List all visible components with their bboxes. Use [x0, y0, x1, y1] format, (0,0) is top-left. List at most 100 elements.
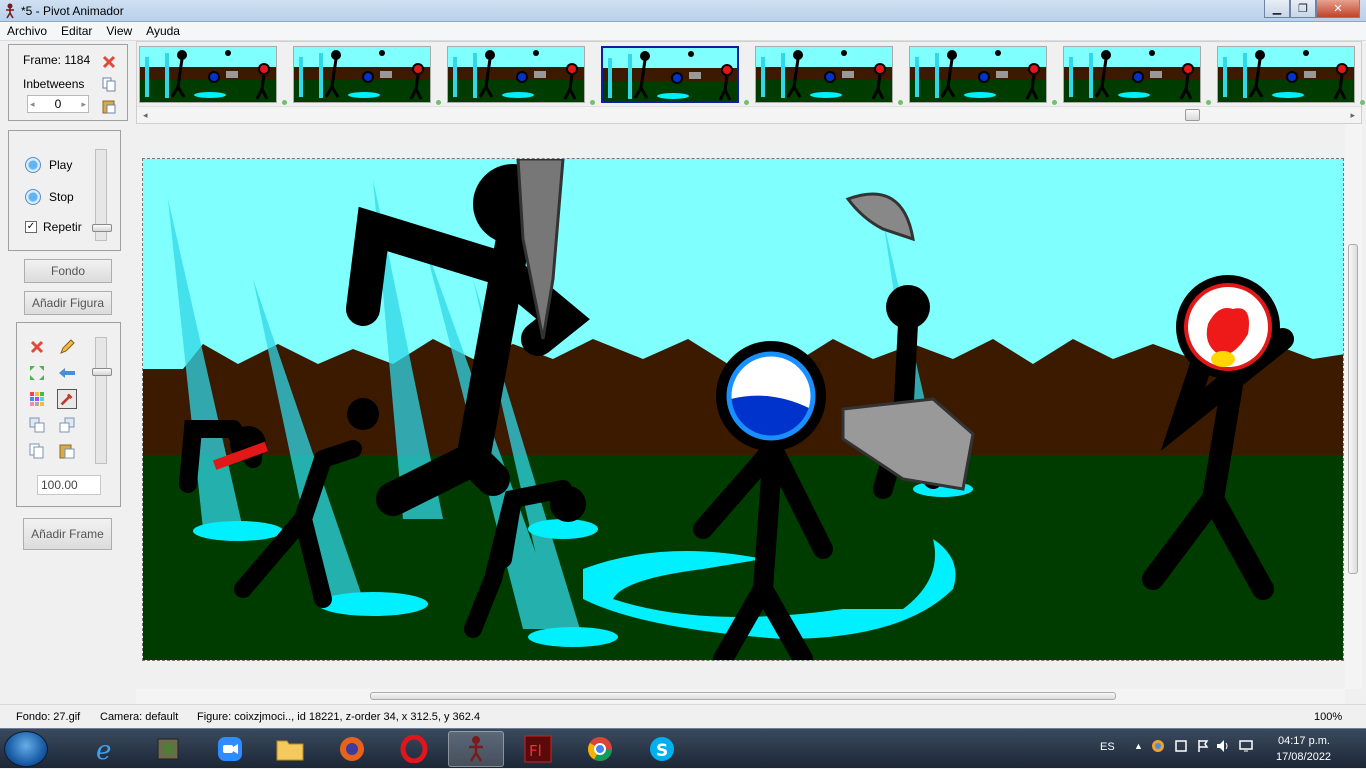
paste-frame-icon[interactable]	[101, 98, 117, 114]
frame-status-dot	[436, 100, 441, 105]
inbetweens-stepper[interactable]: ◂ 0 ▸	[27, 95, 89, 113]
frame-status-dot	[898, 100, 903, 105]
file-explorer-icon[interactable]	[262, 731, 318, 767]
canvas-horizontal-scrollbar[interactable]	[136, 689, 1345, 704]
clock-date[interactable]: 17/08/2022	[1276, 751, 1331, 763]
firefox-icon[interactable]	[324, 731, 380, 767]
volume-icon[interactable]	[1216, 739, 1232, 756]
background-button[interactable]: Fondo	[24, 259, 112, 283]
pivot-icon[interactable]	[448, 731, 504, 767]
send-backward-icon[interactable]	[57, 415, 77, 435]
scale-value-field[interactable]: 100.00	[37, 475, 101, 495]
display-icon[interactable]	[1238, 739, 1254, 756]
status-bar: Fondo: 27.gif Camera: default Figure: co…	[0, 704, 1366, 728]
timeline-scrollbar[interactable]: ◂ ▸	[137, 106, 1361, 123]
frame-thumbnail[interactable]	[293, 46, 431, 103]
start-button[interactable]	[4, 731, 48, 767]
chrome-icon[interactable]	[572, 731, 628, 767]
canvas-vertical-thumb[interactable]	[1348, 244, 1358, 574]
frame-thumbnail[interactable]	[755, 46, 893, 103]
paste-figure-icon[interactable]	[57, 441, 77, 461]
ie-icon[interactable]: e	[78, 731, 134, 767]
scroll-left-icon[interactable]: ◂	[143, 110, 148, 121]
frame-thumbnail[interactable]	[909, 46, 1047, 103]
flip-figure-icon[interactable]	[27, 363, 47, 383]
status-figure: Figure: coixzjmoci.., id 18221, z-order …	[197, 711, 481, 723]
menu-editar[interactable]: Editar	[54, 22, 99, 40]
frame-status-dot	[590, 100, 595, 105]
color-palette-icon[interactable]	[27, 389, 47, 409]
minecraft-icon[interactable]	[140, 731, 196, 767]
canvas-horizontal-thumb[interactable]	[370, 692, 1116, 700]
speed-slider[interactable]	[92, 149, 112, 241]
frame-thumbnail[interactable]	[1063, 46, 1201, 103]
show-hidden-icons-icon[interactable]: ▲	[1134, 741, 1143, 751]
edit-pencil-icon[interactable]	[57, 337, 77, 357]
clock-time[interactable]: 04:17 p.m.	[1278, 735, 1330, 747]
color-picker-icon[interactable]	[57, 389, 77, 409]
close-icon[interactable]: ✕	[1316, 0, 1360, 18]
play-option[interactable]: Play	[25, 157, 72, 173]
repeat-label: Repetir	[43, 220, 82, 234]
flash-icon[interactable]: Fl	[510, 731, 566, 767]
scroll-right-icon[interactable]: ▸	[1350, 110, 1355, 121]
frame-thumbnail[interactable]	[1217, 46, 1355, 103]
speed-slider-thumb[interactable]	[92, 224, 112, 232]
frame-thumbnail[interactable]	[601, 46, 739, 103]
scale-slider[interactable]	[92, 337, 112, 464]
inbetweens-label: Inbetweens	[23, 77, 85, 91]
menu-bar: Archivo Editar View Ayuda	[0, 22, 1366, 41]
play-label: Play	[49, 158, 73, 172]
stop-radio-icon[interactable]	[25, 189, 41, 205]
opera-icon[interactable]	[386, 731, 442, 767]
canvas-area	[136, 124, 1362, 704]
svg-text:S: S	[656, 741, 668, 761]
zoom-icon[interactable]	[202, 731, 258, 767]
repeat-checkbox[interactable]: ✓	[25, 221, 37, 233]
playback-panel: Play Stop ✓ Repetir	[8, 130, 121, 251]
delete-frame-icon[interactable]	[101, 54, 117, 70]
scene-drawing	[143, 159, 1343, 660]
taskbar: e Fl S ES ▲ 04:17 p.m. 17/08/2022	[0, 728, 1366, 768]
menu-archivo[interactable]: Archivo	[0, 22, 54, 40]
language-indicator[interactable]: ES	[1100, 741, 1115, 753]
minimize-icon[interactable]: ▁	[1264, 0, 1290, 18]
title-bar: *5 - Pivot Animador ▁ ❐ ✕	[0, 0, 1366, 22]
system-tray: ES ▲ 04:17 p.m. 17/08/2022	[1086, 729, 1366, 769]
delete-figure-icon[interactable]	[27, 337, 47, 357]
scale-slider-thumb[interactable]	[92, 368, 112, 376]
device-icon[interactable]	[1174, 739, 1188, 756]
frame-status-dot	[1360, 100, 1365, 105]
repeat-option[interactable]: ✓ Repetir	[25, 220, 82, 234]
play-radio-icon[interactable]	[25, 157, 41, 173]
stepper-down-icon[interactable]: ◂	[30, 99, 35, 110]
copy-frame-icon[interactable]	[101, 76, 117, 92]
menu-ayuda[interactable]: Ayuda	[139, 22, 187, 40]
network-globe-icon[interactable]	[1151, 739, 1165, 756]
stepper-up-icon[interactable]: ▸	[81, 99, 86, 110]
frame-thumbnail[interactable]	[447, 46, 585, 103]
window-title: *5 - Pivot Animador	[21, 4, 124, 18]
menu-view[interactable]: View	[99, 22, 139, 40]
frame-status-dot	[1206, 100, 1211, 105]
action-center-flag-icon[interactable]	[1196, 739, 1210, 756]
pivot-app-icon	[6, 3, 14, 19]
tools-panel: 100.00	[16, 322, 121, 507]
status-zoom: 100%	[1314, 711, 1343, 723]
frame-panel: Frame: 1184 Inbetweens ◂ 0 ▸	[8, 44, 128, 121]
frame-timeline: ◂ ▸	[136, 41, 1365, 124]
timeline-scroll-thumb[interactable]	[1185, 109, 1200, 121]
add-frame-button[interactable]: Añadir Frame	[23, 518, 112, 550]
add-figure-button[interactable]: Añadir Figura	[24, 291, 112, 315]
swap-arrow-icon[interactable]	[57, 363, 77, 383]
frame-status-dot	[282, 100, 287, 105]
frame-status-dot	[1052, 100, 1057, 105]
maximize-icon[interactable]: ❐	[1290, 0, 1316, 18]
stop-option[interactable]: Stop	[25, 189, 74, 205]
skype-icon[interactable]: S	[634, 731, 690, 767]
copy-figure-icon[interactable]	[27, 441, 47, 461]
frame-thumbnail[interactable]	[139, 46, 277, 103]
bring-forward-icon[interactable]	[27, 415, 47, 435]
canvas-vertical-scrollbar[interactable]	[1345, 124, 1362, 689]
animation-stage[interactable]	[142, 158, 1344, 661]
